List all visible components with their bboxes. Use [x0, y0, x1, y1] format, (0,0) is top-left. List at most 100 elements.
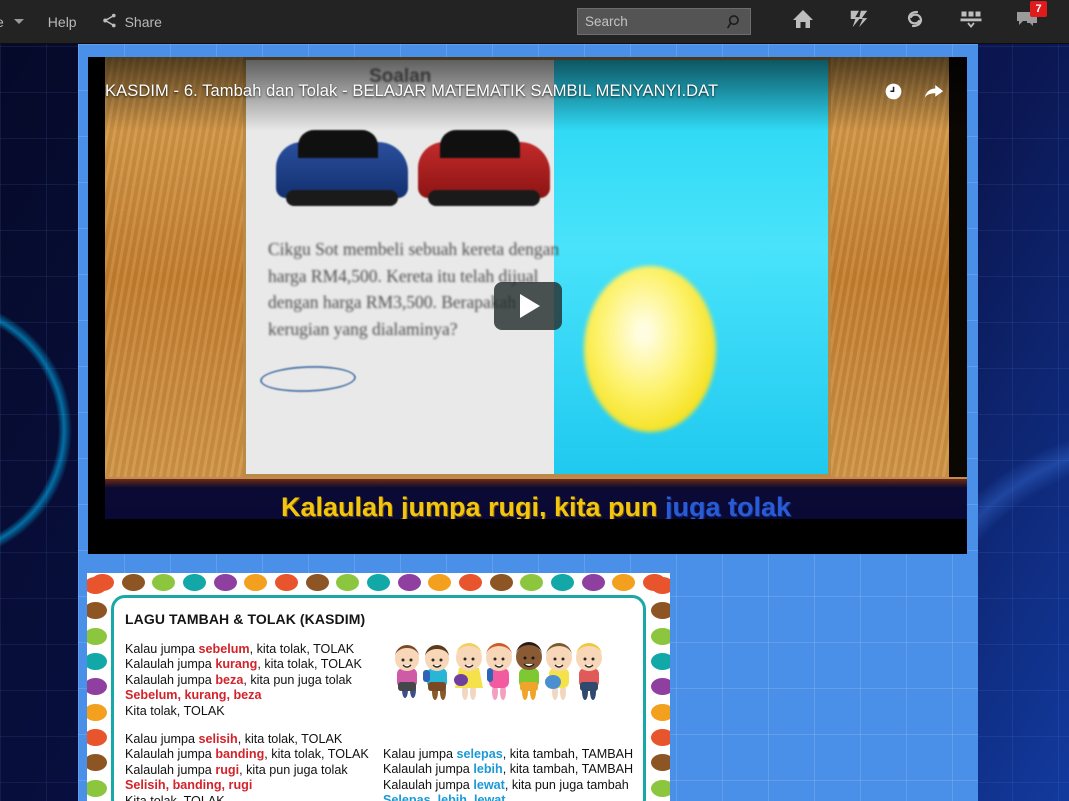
decorative-dot [87, 703, 107, 721]
decorative-dot [612, 573, 636, 591]
decorative-dot [87, 602, 107, 620]
share-button[interactable]: Share [89, 0, 174, 44]
karaoke-unsung-text: juga tolak [657, 492, 792, 519]
decorative-dot [650, 678, 670, 696]
lyric-keyword: beza [215, 672, 244, 687]
lyric-line: Kalaulah jumpa lebih, kita tambah, TAMBA… [383, 762, 634, 777]
dot-border-left [87, 573, 108, 801]
video-title[interactable]: KASDIM - 6. Tambah dan Tolak - BELAJAR M… [105, 82, 718, 101]
play-button[interactable] [493, 281, 562, 330]
home-button[interactable] [775, 0, 831, 44]
top-toolbar: e Help Share [0, 0, 1069, 44]
lyric-keyword: Selisih, banding, rugi [125, 778, 253, 793]
home-icon [791, 7, 815, 36]
apps-button[interactable] [943, 0, 999, 44]
decorative-dot [87, 754, 107, 772]
lyric-keyword: rugi [215, 762, 240, 777]
lyric-line: Selisih, banding, rugi [125, 778, 425, 793]
lyric-keyword: sebelum [198, 642, 250, 656]
lyric-line: Kalau jumpa selepas, kita tambah, TAMBAH [383, 747, 634, 761]
cars-illustration [272, 128, 562, 214]
lyric-line: Kalaulah jumpa lewat, kita pun juga tamb… [383, 777, 629, 792]
search-icon[interactable] [726, 13, 744, 36]
decorative-dot [274, 573, 298, 591]
decorative-dot [305, 573, 329, 591]
decorative-dot [397, 573, 421, 591]
lyric-line: Kalau jumpa sebelum, kita tolak, TOLAK [125, 642, 355, 656]
decorative-dot [87, 678, 107, 696]
decorative-dot [87, 779, 107, 797]
video-subtitle-band: Kalaulah jumpa rugi, kita pun juga tolak [105, 477, 967, 519]
lyric-keyword: lebih [473, 762, 503, 777]
decorative-dot [366, 573, 390, 591]
toolbar-right-group: 7 [577, 0, 1069, 44]
flash-icon [848, 7, 870, 36]
search-input[interactable] [578, 9, 750, 34]
decorative-dot [428, 573, 452, 591]
decorative-dot [581, 573, 605, 591]
decorative-dot [650, 703, 670, 721]
help-label: Help [47, 13, 77, 30]
decorative-dot [650, 602, 670, 620]
share-arrow-icon[interactable] [922, 81, 945, 107]
spiral-icon [903, 7, 927, 36]
decorative-dot [244, 573, 268, 591]
apps-grid-icon [958, 7, 984, 36]
lyric-keyword: selisih [198, 732, 238, 746]
lyrics-stanza-3: Kalau jumpa selepas, kita tambah, TAMBAH… [383, 747, 670, 801]
lyric-line: Selepas, lebih, lewat [383, 793, 670, 801]
decorative-dot [182, 573, 206, 591]
decorative-dot [87, 729, 107, 747]
dot-border-top [87, 573, 670, 595]
lyrics-stanza-1: Kalau jumpa sebelum, kita tolak, TOLAK Ka… [125, 642, 425, 719]
video-player[interactable]: Soalan Cikgu Sot membeli sebuah kereta d… [88, 57, 967, 554]
play-triangle-icon [519, 293, 540, 318]
spiral-button[interactable] [887, 0, 943, 44]
help-button[interactable]: Help [36, 0, 89, 44]
decorative-dot [550, 573, 574, 591]
lyric-line: Sebelum, kurang, beza [125, 688, 425, 703]
share-label: Share [124, 13, 162, 30]
decorative-dot [650, 627, 670, 645]
video-action-group [883, 81, 945, 107]
question-annotation-circle [259, 364, 357, 394]
blue-car-icon [276, 130, 408, 206]
red-car-icon [418, 130, 550, 206]
lyric-line: Kalaulah jumpa kurang, kita tolak, TOLAK [125, 657, 362, 672]
lyric-line: Kalaulah jumpa rugi, kita pun juga tolak [125, 762, 348, 777]
decorative-dot [650, 729, 670, 747]
decorative-dot [87, 627, 107, 645]
decorative-dot [489, 573, 513, 591]
watch-later-clock-icon[interactable] [883, 81, 904, 107]
lyric-keyword: lewat [473, 777, 505, 792]
lyric-keyword: banding [215, 747, 265, 762]
lyrics-stanza-2: Kalau jumpa selisih, kita tolak, TOLAK Ka… [125, 732, 425, 801]
sun-graphic [584, 266, 716, 432]
menu-dropdown[interactable]: e [0, 0, 36, 44]
decorative-dot [458, 573, 482, 591]
chat-button[interactable]: 7 [999, 0, 1055, 44]
lyric-keyword: selepas [456, 747, 503, 761]
share-icon [101, 12, 118, 32]
card-title: LAGU TAMBAH & TOLAK (KASDIM) [125, 611, 366, 627]
lyric-line: Kita tolak, TOLAK [125, 793, 225, 801]
menu-dropdown-label: e [0, 14, 4, 30]
karaoke-sung-text: Kalaulah jumpa rugi, kita pun [280, 492, 658, 519]
chevron-down-icon [13, 19, 24, 24]
flash-button[interactable] [831, 0, 887, 44]
decorative-dot [336, 573, 360, 591]
decorative-dot [213, 573, 237, 591]
karaoke-subtitle: Kalaulah jumpa rugi, kita pun juga tolak [105, 492, 967, 519]
decorative-dot [152, 573, 176, 591]
lyric-line: Kalau jumpa selisih, kita tolak, TOLAK [125, 732, 343, 746]
lyric-keyword: kurang [215, 657, 258, 672]
lyric-keyword: Sebelum, kurang, beza [125, 688, 262, 703]
search-box[interactable] [577, 8, 751, 35]
lyric-keyword: Selepas, lebih, lewat [383, 793, 506, 801]
lyric-line: Kalaulah jumpa beza, kita pun juga tolak [125, 672, 352, 687]
chat-badge: 7 [1030, 0, 1047, 17]
decorative-dot [520, 573, 544, 591]
toolbar-left-group: e Help Share [0, 0, 174, 44]
decorative-dot [87, 653, 107, 671]
decorative-dot [650, 653, 670, 671]
